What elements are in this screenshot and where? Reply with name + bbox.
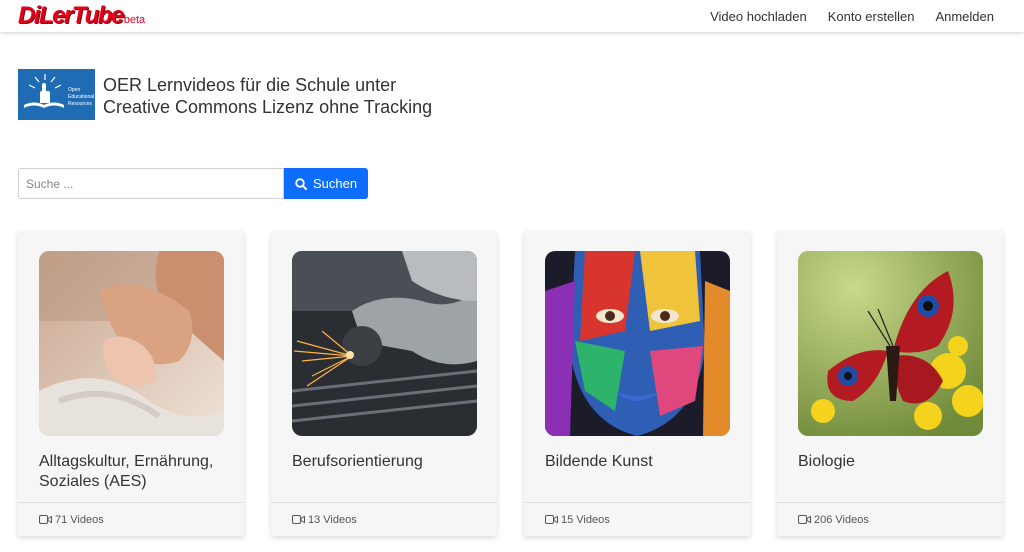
category-footer: 13 Videos <box>271 502 497 536</box>
category-title: Alltagskultur, Ernährung, Soziales (AES) <box>39 453 214 490</box>
search-input[interactable] <box>18 168 284 199</box>
category-card-aes[interactable]: Alltagskultur, Ernährung, Soziales (AES)… <box>18 231 244 536</box>
nav-links: Video hochladen Konto erstellen Anmelden <box>689 0 994 32</box>
video-camera-icon <box>545 515 558 524</box>
logo-beta-label: beta <box>123 14 146 26</box>
oer-logo-line3: Resources <box>68 101 92 107</box>
video-count: 71 Videos <box>55 513 104 526</box>
category-card-biologie[interactable]: Biologie 206 Videos <box>777 231 1003 536</box>
category-card-berufsorientierung[interactable]: Berufsorientierung 13 Videos <box>271 231 497 536</box>
tagline-line-2: Creative Commons Lizenz ohne Tracking <box>103 97 433 117</box>
category-footer: 71 Videos <box>18 502 244 536</box>
upload-video-link[interactable]: Video hochladen <box>710 9 807 24</box>
video-camera-icon <box>39 515 52 524</box>
category-card-bildende-kunst[interactable]: Bildende Kunst 15 Videos <box>524 231 750 536</box>
oer-logo-line2: Educational <box>68 94 94 100</box>
category-title: Bildende Kunst <box>545 453 653 470</box>
top-navbar: DiLerTube beta Video hochladen Konto ers… <box>0 0 1024 32</box>
search-button[interactable]: Suchen <box>284 168 368 199</box>
category-footer: 15 Videos <box>524 502 750 536</box>
video-camera-icon <box>292 515 305 524</box>
video-camera-icon <box>798 515 811 524</box>
video-count: 15 Videos <box>561 513 610 526</box>
category-image-angle-grinder <box>292 251 477 436</box>
tagline-line-1: OER Lernvideos für die Schule unter <box>103 75 397 95</box>
login-link[interactable]: Anmelden <box>935 9 994 24</box>
category-image-painted-face <box>545 251 730 436</box>
video-count: 206 Videos <box>814 513 869 526</box>
search-icon <box>295 177 307 190</box>
site-tagline: OER Lernvideos für die Schule unter Crea… <box>103 74 432 118</box>
site-logo[interactable]: DiLerTube beta <box>18 3 145 29</box>
create-account-link[interactable]: Konto erstellen <box>828 9 915 24</box>
category-image-baby-hand <box>39 251 224 436</box>
oer-logo: Open Educational Resources <box>18 69 95 120</box>
category-image-butterfly <box>798 251 983 436</box>
category-title: Biologie <box>798 453 855 470</box>
category-footer: 206 Videos <box>777 502 1003 536</box>
oer-logo-line1: Open <box>68 87 80 93</box>
video-count: 13 Videos <box>308 513 357 526</box>
category-title: Berufsorientierung <box>292 453 423 470</box>
search-button-label: Suchen <box>312 176 358 191</box>
logo-text: DiLerTube <box>18 2 124 29</box>
